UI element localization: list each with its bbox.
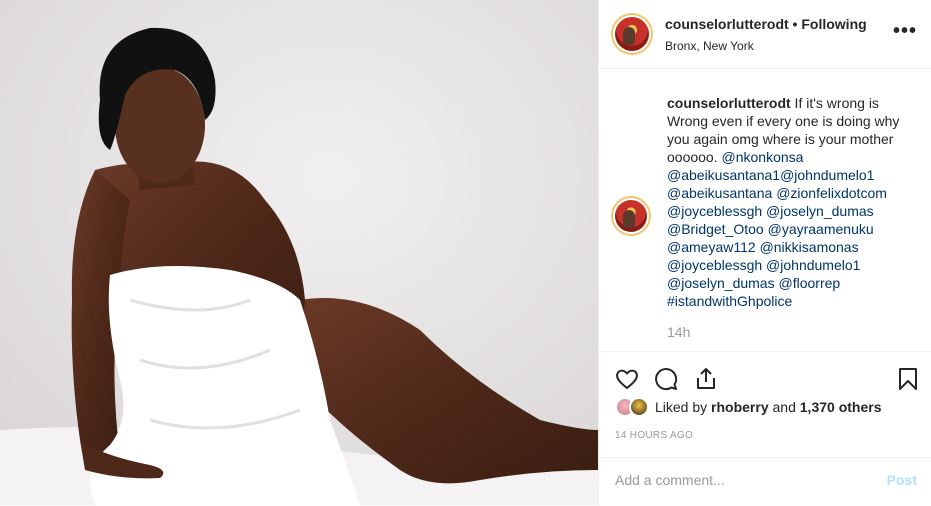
caption-username[interactable]: counselorlutterodt bbox=[667, 95, 791, 111]
mention[interactable]: @joselyn_dumas bbox=[766, 203, 874, 219]
heart-icon[interactable] bbox=[614, 366, 640, 392]
mention[interactable]: @Bridget_Otoo bbox=[667, 221, 764, 237]
caption-avatar[interactable] bbox=[611, 196, 651, 236]
mention[interactable]: @nikkisamonas bbox=[760, 239, 859, 255]
post-header: counselorlutterodt • Following Bronx, Ne… bbox=[599, 0, 931, 69]
likes-row: Liked by rhoberry and 1,370 others bbox=[615, 397, 881, 417]
post-sidebar: counselorlutterodt • Following Bronx, Ne… bbox=[598, 0, 931, 505]
comment-icon[interactable] bbox=[653, 366, 679, 392]
mention[interactable]: @ameyaw112 bbox=[667, 239, 756, 255]
liker-username[interactable]: rhoberry bbox=[711, 399, 769, 415]
share-icon[interactable] bbox=[693, 366, 719, 392]
caption-avatar-image bbox=[615, 200, 647, 232]
caption-comment: counselorlutterodt If it's wrong is Wron… bbox=[611, 94, 917, 340]
follow-status[interactable]: Following bbox=[801, 16, 866, 32]
mention[interactable]: @joselyn_dumas bbox=[667, 275, 775, 291]
header-separator: • bbox=[788, 15, 802, 32]
mention[interactable]: @yayraamenuku bbox=[768, 221, 874, 237]
post-photo[interactable] bbox=[0, 0, 598, 505]
mention[interactable]: @nkonkonsa bbox=[722, 149, 804, 165]
add-comment-input[interactable] bbox=[615, 472, 865, 488]
likes-count[interactable]: 1,370 others bbox=[800, 399, 882, 415]
mention[interactable]: @zionfelixdotcom bbox=[776, 185, 887, 201]
more-options-icon[interactable]: ••• bbox=[893, 21, 917, 41]
add-comment-bar: Post bbox=[599, 457, 931, 506]
mention[interactable]: @johndumelo1 bbox=[766, 257, 860, 273]
mention[interactable]: @joyceblessgh bbox=[667, 257, 762, 273]
bookmark-icon[interactable] bbox=[895, 366, 921, 392]
mention[interactable]: @joyceblessgh bbox=[667, 203, 762, 219]
caption-time[interactable]: 14h bbox=[667, 324, 917, 340]
instagram-post: counselorlutterodt • Following Bronx, Ne… bbox=[0, 0, 931, 505]
likes-prefix: Liked by bbox=[655, 399, 712, 415]
header-username[interactable]: counselorlutterodt bbox=[665, 16, 789, 32]
post-comment-button[interactable]: Post bbox=[887, 472, 917, 488]
likes-text: Liked by rhoberry and 1,370 others bbox=[655, 399, 881, 415]
mention[interactable]: @abeikusantana1@johndumelo1 bbox=[667, 167, 874, 183]
post-timestamp[interactable]: 14 HOURS AGO bbox=[615, 430, 693, 441]
mention[interactable]: @floorrep bbox=[779, 275, 841, 291]
location-link[interactable]: Bronx, New York bbox=[665, 39, 867, 53]
action-bar bbox=[599, 351, 931, 402]
caption-body: counselorlutterodt If it's wrong is Wron… bbox=[667, 94, 917, 310]
hashtag[interactable]: #istandwithGhpolice bbox=[667, 293, 792, 309]
photo-icon bbox=[0, 0, 598, 505]
avatar-image bbox=[615, 17, 649, 51]
avatar[interactable] bbox=[611, 13, 653, 55]
mention[interactable]: @abeikusantana bbox=[667, 185, 772, 201]
liker-avatar[interactable] bbox=[629, 397, 649, 417]
likes-middle: and bbox=[768, 399, 800, 415]
header-text: counselorlutterodt • Following Bronx, Ne… bbox=[665, 15, 867, 54]
